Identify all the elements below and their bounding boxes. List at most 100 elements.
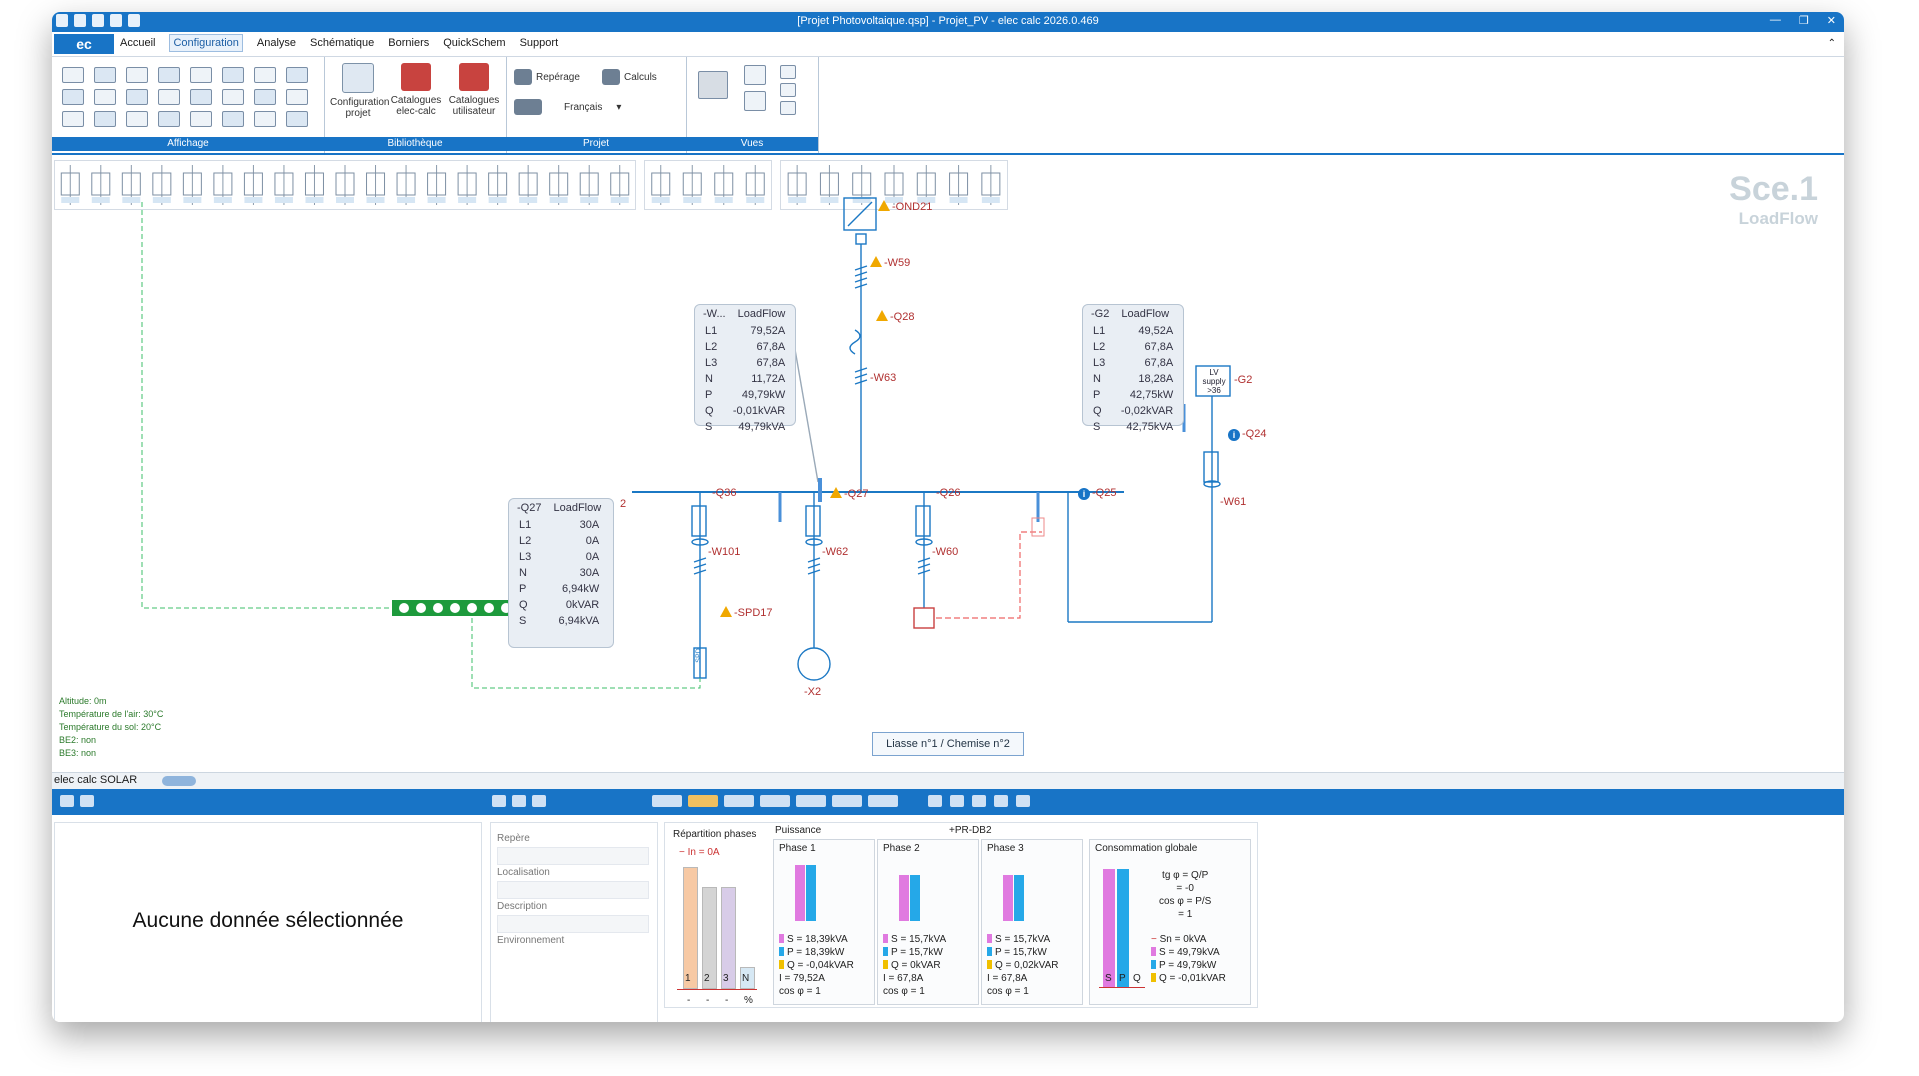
global-bar-label: Q <box>1133 973 1141 984</box>
global-bar-label: P <box>1119 973 1126 984</box>
loadflow-box-w[interactable]: -W... LoadFlow L1 79,52A L2 67,8A L3 67,8A N 11,7… <box>694 304 796 433</box>
loadflow-title: LoadFlow <box>553 502 602 514</box>
app-window: [Projet Photovoltaique.qsp] - Projet_PV … <box>52 12 1844 1022</box>
table-view-1-icon[interactable] <box>652 795 682 807</box>
motor-load-symbol[interactable] <box>797 647 831 681</box>
pv-cell-icon <box>399 603 409 613</box>
property-field[interactable] <box>497 847 649 865</box>
loadflow-key: S <box>705 421 713 433</box>
phase-share-value: - <box>687 995 691 1006</box>
phase-share-label: 2 <box>704 973 710 984</box>
loadflow-value: 67,8A <box>756 341 786 353</box>
loadflow-row: L3 0A <box>515 549 603 565</box>
loadflow-row: L1 49,52A <box>1089 323 1177 339</box>
export-4-icon[interactable] <box>994 795 1008 807</box>
repartition-title: Répartition phases <box>673 829 757 840</box>
table-view-6-icon[interactable] <box>832 795 862 807</box>
pv-cell-icon <box>433 603 443 613</box>
label-w63[interactable]: -W63 <box>870 372 896 384</box>
table-view-3-icon[interactable] <box>724 795 754 807</box>
warning-icon <box>830 487 842 498</box>
loadflow-key: L2 <box>705 341 718 353</box>
phase-title: Phase 3 <box>987 843 1024 854</box>
phase-share-value: - <box>706 995 710 1006</box>
loadflow-key: Q <box>705 405 714 417</box>
loadflow-value: -0,02kVAR <box>1120 405 1174 417</box>
pr-db2-label: +PR-DB2 <box>949 825 992 836</box>
phase-p-bar <box>806 865 816 921</box>
loadflow-value: 67,8A <box>1144 357 1174 369</box>
table-view-5-icon[interactable] <box>796 795 826 807</box>
pv-cell-icon <box>484 603 494 613</box>
export-5-icon[interactable] <box>1016 795 1030 807</box>
loadflow-row: Q 0kVAR <box>515 597 603 613</box>
loadflow-key: S <box>519 615 527 627</box>
label-w60[interactable]: -W60 <box>932 546 958 558</box>
phase-title: Phase 1 <box>779 843 816 854</box>
phase-s-bar <box>1003 875 1013 921</box>
phase-legend: S = 15,7kVA P = 15,7kW Q = 0kVAR I = 67,… <box>883 934 947 997</box>
panel-layout-icon[interactable] <box>80 795 94 807</box>
phase-legend: S = 18,39kVA P = 18,39kW Q = -0,04kVAR I… <box>779 934 854 997</box>
document-tabbar: elec calc SOLAR <box>52 772 1844 789</box>
phase-share-value: % <box>744 995 753 1006</box>
table-view-7-icon[interactable] <box>868 795 898 807</box>
table-view-4-icon[interactable] <box>760 795 790 807</box>
loadflow-value: -0,01kVAR <box>732 405 786 417</box>
tab-elec-calc-solar[interactable]: elec calc SOLAR <box>54 774 137 786</box>
property-label: Repère <box>497 833 530 844</box>
target-icon[interactable] <box>512 795 526 807</box>
loadflow-key: P <box>705 389 713 401</box>
label-q36[interactable]: -Q36 <box>712 487 736 499</box>
global-bar-label: S <box>1105 973 1112 984</box>
loadflow-row: L1 30A <box>515 517 603 533</box>
loadflow-header: -Q27 LoadFlow <box>509 499 613 517</box>
loadflow-box-q27[interactable]: -Q27 LoadFlow L1 30A L2 0A L3 0A N 30A P 6,94kW Q 0kV… <box>508 498 614 648</box>
property-field[interactable] <box>497 881 649 899</box>
panel-icon[interactable] <box>60 795 74 807</box>
loadflow-value: 42,75kW <box>1129 389 1174 401</box>
loadflow-id: -Q27 <box>517 502 542 514</box>
liasse-button[interactable]: Liasse n°1 / Chemise n°2 <box>872 732 1024 756</box>
label-ond21[interactable]: -OND21 <box>878 200 932 213</box>
loadflow-key: L2 <box>1093 341 1106 353</box>
pv-cell-icon <box>450 603 460 613</box>
warning-icon <box>876 310 888 321</box>
export-1-icon[interactable] <box>928 795 942 807</box>
label-w62[interactable]: -W62 <box>822 546 848 558</box>
add-tab-icon[interactable] <box>162 776 196 786</box>
loadflow-table: L1 30A L2 0A L3 0A N 30A P 6,94kW Q 0kVAR S 6,94kVA <box>515 517 603 629</box>
loadflow-id: -G2 <box>1091 308 1110 320</box>
loadflow-title: LoadFlow <box>1121 308 1170 320</box>
label-w101[interactable]: -W101 <box>708 546 740 558</box>
label-q28[interactable]: -Q28 <box>876 310 914 323</box>
label-g2[interactable]: -G2 <box>1234 374 1252 386</box>
label-q26[interactable]: -Q26 <box>936 487 960 499</box>
export-2-icon[interactable] <box>950 795 964 807</box>
label-q25[interactable]: i -Q25 <box>1078 487 1116 500</box>
loadflow-value: 18,28A <box>1138 373 1174 385</box>
loadflow-box-g2[interactable]: -G2 LoadFlow L1 49,52A L2 67,8A L3 67,8A N 18,28A… <box>1082 304 1184 433</box>
lv-supply-label: LV supply >36 <box>1202 368 1226 395</box>
fit-icon[interactable] <box>532 795 546 807</box>
label-w59[interactable]: -W59 <box>870 256 910 269</box>
loadflow-key: S <box>1093 421 1101 433</box>
table-view-2-icon[interactable] <box>688 795 718 807</box>
label-spd17[interactable]: -SPD17 <box>720 606 773 619</box>
pv-cell-icon <box>467 603 477 613</box>
schematic-canvas[interactable] <box>52 12 1844 772</box>
global-title: Consommation globale <box>1095 843 1198 854</box>
label-w61[interactable]: -W61 <box>1220 496 1246 508</box>
property-field[interactable] <box>497 915 649 933</box>
phase-share-label: 1 <box>685 973 691 984</box>
export-3-icon[interactable] <box>972 795 986 807</box>
label-x2[interactable]: -X2 <box>804 686 821 698</box>
loadflow-row: Q -0,02kVAR <box>1089 403 1177 419</box>
no-data-message: Aucune donnée sélectionnée <box>132 909 404 932</box>
loadflow-row: S 49,79kVA <box>701 419 789 435</box>
edit-icon[interactable] <box>492 795 506 807</box>
label-q24[interactable]: i -Q24 <box>1228 428 1266 441</box>
label-q27[interactable]: -Q27 <box>830 487 868 500</box>
loadflow-key: N <box>1093 373 1101 385</box>
environment-info: Altitude: 0m Température de l'air: 30°C … <box>59 696 164 758</box>
